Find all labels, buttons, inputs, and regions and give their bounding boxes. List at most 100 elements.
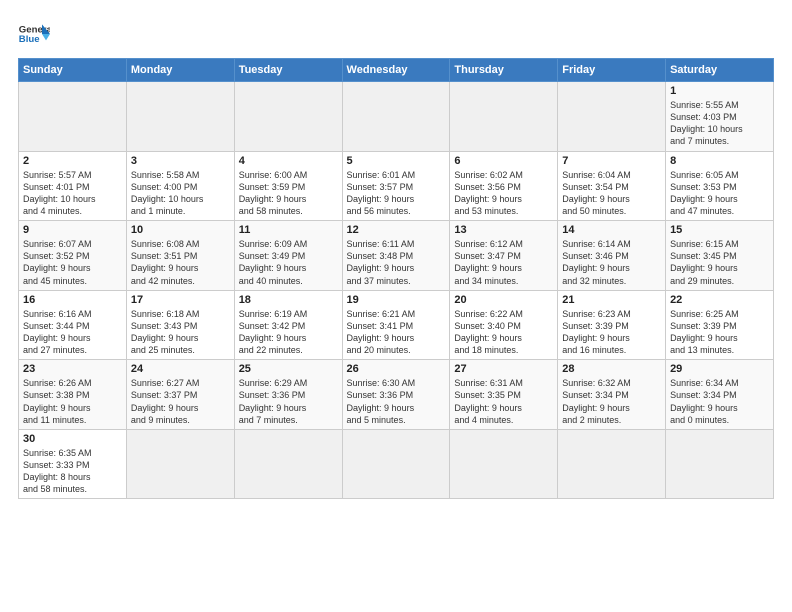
calendar-cell: 3 Sunrise: 5:58 AMSunset: 4:00 PMDaylight…	[126, 151, 234, 221]
day-number: 14	[562, 224, 661, 236]
calendar-cell: 18 Sunrise: 6:19 AMSunset: 3:42 PMDayligh…	[234, 290, 342, 360]
weekday-header-saturday: Saturday	[666, 59, 774, 82]
day-info: Sunrise: 6:09 AMSunset: 3:49 PMDaylight:…	[239, 238, 338, 287]
day-number: 24	[131, 363, 230, 375]
day-number: 6	[454, 155, 553, 167]
svg-text:Blue: Blue	[19, 34, 40, 45]
calendar-cell: 24 Sunrise: 6:27 AMSunset: 3:37 PMDayligh…	[126, 360, 234, 430]
day-info: Sunrise: 6:08 AMSunset: 3:51 PMDaylight:…	[131, 238, 230, 287]
calendar-cell: 15 Sunrise: 6:15 AMSunset: 3:45 PMDayligh…	[666, 221, 774, 291]
day-info: Sunrise: 6:07 AMSunset: 3:52 PMDaylight:…	[23, 238, 122, 287]
calendar-cell: 7Sunrise: 6:04 AMSunset: 3:54 PMDaylight…	[558, 151, 666, 221]
weekday-header-sunday: Sunday	[19, 59, 127, 82]
day-info: Sunrise: 6:02 AMSunset: 3:56 PMDaylight:…	[454, 169, 553, 218]
day-info: Sunrise: 6:04 AMSunset: 3:54 PMDaylight:…	[562, 169, 661, 218]
calendar-cell: 10 Sunrise: 6:08 AMSunset: 3:51 PMDayligh…	[126, 221, 234, 291]
day-number: 12	[347, 224, 446, 236]
calendar-cell: 5 Sunrise: 6:01 AMSunset: 3:57 PMDaylight…	[342, 151, 450, 221]
calendar-cell: 4 Sunrise: 6:00 AMSunset: 3:59 PMDaylight…	[234, 151, 342, 221]
calendar-cell: 29Sunrise: 6:34 AMSunset: 3:34 PMDayligh…	[666, 360, 774, 430]
calendar-cell: 12 Sunrise: 6:11 AMSunset: 3:48 PMDayligh…	[342, 221, 450, 291]
calendar-cell	[450, 429, 558, 499]
calendar-cell	[342, 82, 450, 152]
calendar-cell: 19 Sunrise: 6:21 AMSunset: 3:41 PMDayligh…	[342, 290, 450, 360]
day-number: 4	[239, 155, 338, 167]
day-info: Sunrise: 6:12 AMSunset: 3:47 PMDaylight:…	[454, 238, 553, 287]
day-info: Sunrise: 6:29 AMSunset: 3:36 PMDaylight:…	[239, 377, 338, 426]
calendar-cell	[558, 82, 666, 152]
day-info: Sunrise: 6:21 AMSunset: 3:41 PMDaylight:…	[347, 308, 446, 357]
day-number: 23	[23, 363, 122, 375]
day-info: Sunrise: 6:23 AMSunset: 3:39 PMDaylight:…	[562, 308, 661, 357]
day-info: Sunrise: 5:57 AMSunset: 4:01 PMDaylight:…	[23, 169, 122, 218]
weekday-header-friday: Friday	[558, 59, 666, 82]
day-number: 29	[670, 363, 769, 375]
day-info: Sunrise: 6:05 AMSunset: 3:53 PMDaylight:…	[670, 169, 769, 218]
calendar-cell: 17 Sunrise: 6:18 AMSunset: 3:43 PMDayligh…	[126, 290, 234, 360]
day-number: 21	[562, 294, 661, 306]
day-number: 3	[131, 155, 230, 167]
day-number: 19	[347, 294, 446, 306]
calendar-cell	[126, 82, 234, 152]
day-number: 15	[670, 224, 769, 236]
day-info: Sunrise: 6:31 AMSunset: 3:35 PMDaylight:…	[454, 377, 553, 426]
day-number: 28	[562, 363, 661, 375]
calendar-cell	[19, 82, 127, 152]
day-number: 25	[239, 363, 338, 375]
calendar-cell	[666, 429, 774, 499]
day-number: 5	[347, 155, 446, 167]
day-info: Sunrise: 6:11 AMSunset: 3:48 PMDaylight:…	[347, 238, 446, 287]
day-info: Sunrise: 6:16 AMSunset: 3:44 PMDaylight:…	[23, 308, 122, 357]
day-number: 11	[239, 224, 338, 236]
calendar-cell: 2 Sunrise: 5:57 AMSunset: 4:01 PMDaylight…	[19, 151, 127, 221]
calendar-cell: 11 Sunrise: 6:09 AMSunset: 3:49 PMDayligh…	[234, 221, 342, 291]
calendar-cell: 8 Sunrise: 6:05 AMSunset: 3:53 PMDaylight…	[666, 151, 774, 221]
calendar-cell: 26 Sunrise: 6:30 AMSunset: 3:36 PMDayligh…	[342, 360, 450, 430]
weekday-header-tuesday: Tuesday	[234, 59, 342, 82]
day-info: Sunrise: 5:55 AMSunset: 4:03 PMDaylight:…	[670, 99, 769, 148]
calendar-cell	[234, 429, 342, 499]
calendar-cell: 16Sunrise: 6:16 AMSunset: 3:44 PMDayligh…	[19, 290, 127, 360]
calendar-cell	[126, 429, 234, 499]
day-info: Sunrise: 6:27 AMSunset: 3:37 PMDaylight:…	[131, 377, 230, 426]
calendar-cell: 22 Sunrise: 6:25 AMSunset: 3:39 PMDayligh…	[666, 290, 774, 360]
day-info: Sunrise: 6:35 AMSunset: 3:33 PMDaylight:…	[23, 447, 122, 496]
calendar-cell	[558, 429, 666, 499]
calendar-cell	[342, 429, 450, 499]
calendar-cell: 13 Sunrise: 6:12 AMSunset: 3:47 PMDayligh…	[450, 221, 558, 291]
day-number: 22	[670, 294, 769, 306]
weekday-header-monday: Monday	[126, 59, 234, 82]
day-info: Sunrise: 5:58 AMSunset: 4:00 PMDaylight:…	[131, 169, 230, 218]
calendar-cell: 20Sunrise: 6:22 AMSunset: 3:40 PMDayligh…	[450, 290, 558, 360]
calendar-cell: 1 Sunrise: 5:55 AMSunset: 4:03 PMDaylight…	[666, 82, 774, 152]
weekday-header-wednesday: Wednesday	[342, 59, 450, 82]
calendar-cell: 23 Sunrise: 6:26 AMSunset: 3:38 PMDayligh…	[19, 360, 127, 430]
day-number: 26	[347, 363, 446, 375]
day-number: 10	[131, 224, 230, 236]
day-info: Sunrise: 6:30 AMSunset: 3:36 PMDaylight:…	[347, 377, 446, 426]
calendar-cell: 6 Sunrise: 6:02 AMSunset: 3:56 PMDaylight…	[450, 151, 558, 221]
day-number: 1	[670, 85, 769, 97]
day-info: Sunrise: 6:15 AMSunset: 3:45 PMDaylight:…	[670, 238, 769, 287]
day-number: 8	[670, 155, 769, 167]
day-number: 27	[454, 363, 553, 375]
day-number: 2	[23, 155, 122, 167]
day-info: Sunrise: 6:00 AMSunset: 3:59 PMDaylight:…	[239, 169, 338, 218]
day-number: 18	[239, 294, 338, 306]
day-number: 20	[454, 294, 553, 306]
day-number: 13	[454, 224, 553, 236]
logo: General Blue	[18, 18, 50, 50]
logo-icon: General Blue	[18, 18, 50, 50]
day-info: Sunrise: 6:18 AMSunset: 3:43 PMDaylight:…	[131, 308, 230, 357]
calendar-cell: 9Sunrise: 6:07 AMSunset: 3:52 PMDaylight…	[19, 221, 127, 291]
day-info: Sunrise: 6:19 AMSunset: 3:42 PMDaylight:…	[239, 308, 338, 357]
day-info: Sunrise: 6:01 AMSunset: 3:57 PMDaylight:…	[347, 169, 446, 218]
day-number: 30	[23, 433, 122, 445]
day-info: Sunrise: 6:26 AMSunset: 3:38 PMDaylight:…	[23, 377, 122, 426]
calendar-cell: 21 Sunrise: 6:23 AMSunset: 3:39 PMDayligh…	[558, 290, 666, 360]
day-number: 17	[131, 294, 230, 306]
day-info: Sunrise: 6:25 AMSunset: 3:39 PMDaylight:…	[670, 308, 769, 357]
day-info: Sunrise: 6:32 AMSunset: 3:34 PMDaylight:…	[562, 377, 661, 426]
page-header: General Blue	[18, 18, 774, 50]
calendar-cell: 27 Sunrise: 6:31 AMSunset: 3:35 PMDayligh…	[450, 360, 558, 430]
